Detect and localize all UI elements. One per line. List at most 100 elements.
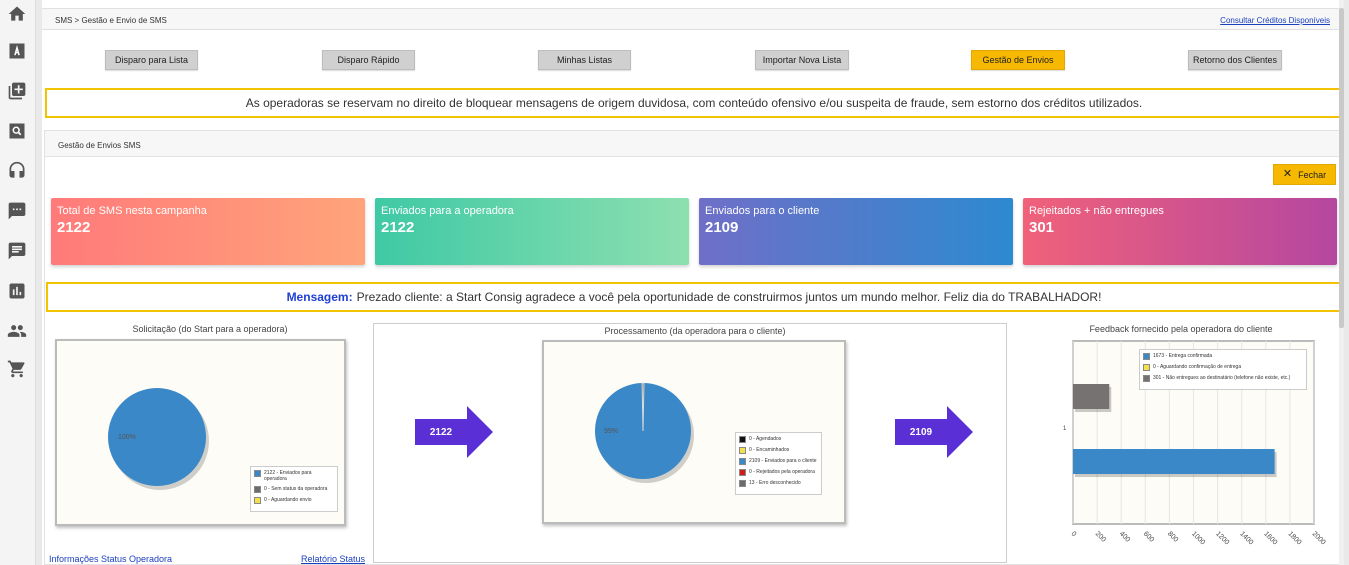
btn-retorno-clientes[interactable]: Retorno dos Clientes bbox=[1188, 50, 1282, 70]
stat-card-client: Enviados para o cliente 2109 bbox=[699, 198, 1013, 265]
pie-slice-label: 99% bbox=[604, 428, 618, 435]
text-format-icon[interactable] bbox=[6, 40, 28, 62]
legend-swatch bbox=[739, 447, 746, 454]
stat-value: 2122 bbox=[381, 219, 415, 236]
legend-swatch bbox=[1143, 364, 1150, 371]
bar bbox=[1073, 384, 1110, 409]
btn-importar-lista[interactable]: Importar Nova Lista bbox=[755, 50, 849, 70]
legend-item: 0 - Agendados bbox=[739, 436, 818, 443]
legend-swatch bbox=[739, 469, 746, 476]
stat-card-total: Total de SMS nesta campanha 2122 bbox=[51, 198, 365, 265]
legend-processamento: 0 - Agendados 0 - Encaminhados 2109 - En… bbox=[735, 432, 822, 495]
x-tick-label: 800 bbox=[1166, 530, 1179, 543]
legend-label: 1673 - Entrega confirmada bbox=[1153, 353, 1213, 359]
chart-title-processamento: Processamento (da operadora para o clien… bbox=[604, 326, 786, 336]
home-icon[interactable] bbox=[6, 3, 28, 25]
sidebar-rail bbox=[0, 0, 36, 565]
legend-item: 0 - Rejeitados pela operadora bbox=[739, 469, 818, 476]
library-add-icon[interactable] bbox=[6, 80, 28, 102]
assessment-icon[interactable] bbox=[6, 280, 28, 302]
chart-title-solicitacao: Solicitação (do Start para a operadora) bbox=[132, 324, 288, 334]
chat-icon[interactable] bbox=[6, 240, 28, 262]
btn-disparo-lista[interactable]: Disparo para Lista bbox=[105, 50, 198, 70]
close-button-label: Fechar bbox=[1298, 169, 1327, 180]
stat-label: Enviados para a operadora bbox=[381, 205, 514, 217]
sms-icon[interactable] bbox=[6, 200, 28, 222]
legend-swatch bbox=[254, 470, 261, 477]
status-report-link[interactable]: Relatório Status bbox=[301, 554, 365, 564]
x-tick-label: 1600 bbox=[1262, 530, 1278, 546]
legend-swatch bbox=[1143, 353, 1150, 360]
chart-solicitacao: 100% 2122 - Enviados para operadora 0 - … bbox=[55, 339, 346, 526]
consult-credits-link[interactable]: Consultar Créditos Disponíveis bbox=[1220, 16, 1330, 25]
operator-status-info-link[interactable]: Informações Status Operadora bbox=[49, 554, 172, 564]
legend-label: 0 - Aguardando envio bbox=[264, 497, 312, 503]
close-button[interactable]: ✕ Fechar bbox=[1273, 164, 1336, 185]
legend-label: 301 - Não entregues ao destinatário (tel… bbox=[1153, 375, 1291, 381]
legend-item: 0 - Encaminhados bbox=[739, 447, 818, 454]
legend-feedback: 1673 - Entrega confirmada 0 - Aguardando… bbox=[1139, 349, 1307, 390]
message-text: Prezado cliente: a Start Consig agradece… bbox=[356, 290, 1102, 304]
scrollbar[interactable] bbox=[1339, 0, 1344, 565]
arrow-processamento-to-feedback: 2109 bbox=[895, 406, 975, 458]
x-tick-label: 1000 bbox=[1190, 530, 1206, 546]
btn-minhas-listas[interactable]: Minhas Listas bbox=[538, 50, 631, 70]
btn-gestao-envios[interactable]: Gestão de Envios bbox=[971, 50, 1065, 70]
x-tick-label: 1200 bbox=[1214, 530, 1230, 546]
x-tick-label: 1800 bbox=[1286, 530, 1302, 546]
stat-value: 2109 bbox=[705, 219, 739, 236]
legend-item: 13 - Erro desconhecido bbox=[739, 480, 818, 487]
legend-swatch bbox=[254, 486, 261, 493]
arrow-value: 2109 bbox=[909, 426, 933, 438]
x-tick-label: 600 bbox=[1142, 530, 1155, 543]
legend-label: 0 - Encaminhados bbox=[749, 447, 790, 453]
x-tick-label: 0 bbox=[1070, 530, 1078, 538]
people-icon[interactable] bbox=[6, 320, 28, 342]
chart-title-feedback: Feedback fornecido pela operadora do cli… bbox=[1089, 324, 1273, 334]
legend-swatch bbox=[739, 458, 746, 465]
legend-label: 0 - Aguardando confirmação de entrega bbox=[1153, 364, 1242, 370]
arrow-solicitacao-to-processamento: 2122 bbox=[415, 406, 495, 458]
legend-swatch bbox=[254, 497, 261, 504]
legend-item: 0 - Aguardando confirmação de entrega bbox=[1143, 364, 1303, 371]
stat-card-operator: Enviados para a operadora 2122 bbox=[375, 198, 689, 265]
stat-card-rejected: Rejeitados + não entregues 301 bbox=[1023, 198, 1337, 265]
panel-title: Gestão de Envios SMS bbox=[58, 141, 141, 150]
legend-item: 2122 - Enviados para operadora bbox=[254, 470, 334, 482]
legend-item: 2109 - Enviados para o cliente bbox=[739, 458, 818, 465]
legend-label: 2109 - Enviados para o cliente bbox=[749, 458, 817, 464]
stat-label: Total de SMS nesta campanha bbox=[57, 205, 207, 217]
scrollbar-thumb[interactable] bbox=[1339, 8, 1344, 328]
legend-swatch bbox=[739, 480, 746, 487]
legend-label: 0 - Rejeitados pela operadora bbox=[749, 469, 815, 475]
close-icon: ✕ bbox=[1282, 168, 1293, 180]
legend-label: 13 - Erro desconhecido bbox=[749, 480, 801, 486]
headset-icon[interactable] bbox=[6, 160, 28, 182]
stat-label: Rejeitados + não entregues bbox=[1029, 205, 1164, 217]
chart-processamento: 99% 0 - Agendados 0 - Encaminhados 2109 … bbox=[542, 340, 846, 524]
legend-item: 301 - Não entregues ao destinatário (tel… bbox=[1143, 375, 1303, 382]
stat-value: 2122 bbox=[57, 219, 91, 236]
panel-header: Gestão de Envios SMS bbox=[45, 131, 1343, 157]
bar bbox=[1073, 449, 1275, 474]
y-category-label: 1 bbox=[1063, 426, 1067, 432]
legend-item: 1673 - Entrega confirmada bbox=[1143, 353, 1303, 360]
legend-solicitacao: 2122 - Enviados para operadora 0 - Sem s… bbox=[250, 466, 338, 512]
legend-label: 2122 - Enviados para operadora bbox=[264, 470, 312, 482]
main-content: SMS > Gestão e Envio de SMS Consultar Cr… bbox=[42, 0, 1344, 565]
legend-swatch bbox=[739, 436, 746, 443]
legend-swatch bbox=[1143, 375, 1150, 382]
message-banner: Mensagem: Prezado cliente: a Start Consi… bbox=[46, 282, 1342, 312]
cart-icon[interactable] bbox=[6, 358, 28, 380]
x-tick-label: 200 bbox=[1094, 530, 1107, 543]
x-tick-label: 2000 bbox=[1311, 530, 1327, 546]
legend-label: 0 - Agendados bbox=[749, 436, 782, 442]
x-tick-label: 400 bbox=[1118, 530, 1131, 543]
legend-item: 0 - Aguardando envio bbox=[254, 497, 334, 504]
x-tick-label: 1400 bbox=[1238, 530, 1254, 546]
legend-label: 0 - Sem status da operadora bbox=[264, 486, 328, 492]
search-box-icon[interactable] bbox=[6, 120, 28, 142]
pie-slice-label: 100% bbox=[118, 434, 136, 441]
btn-disparo-rapido[interactable]: Disparo Rápido bbox=[322, 50, 415, 70]
arrow-value: 2122 bbox=[429, 426, 453, 438]
